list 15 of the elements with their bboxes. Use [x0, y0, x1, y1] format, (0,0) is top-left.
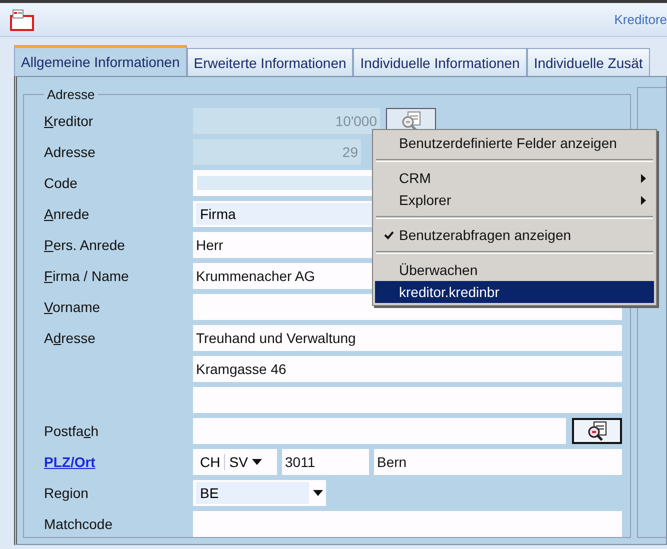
field-label: Matchcode [44, 516, 114, 532]
window-title: Kreditore [614, 12, 667, 27]
readonly-field: 29 [193, 139, 361, 165]
field-label: Pers. Anrede [44, 237, 126, 253]
group-title: Adresse [46, 87, 96, 102]
field-label: Adresse [44, 144, 96, 160]
field-label: Postfach [44, 423, 100, 439]
field-label: Firma / Name [44, 268, 130, 284]
field-label: Kreditor [44, 113, 94, 129]
field-label: Anrede [44, 206, 90, 222]
field-label: Adresse [44, 330, 96, 346]
field-label: Code [44, 175, 78, 191]
readonly-field: 10'000 [193, 108, 380, 134]
field-label: Region [44, 485, 90, 501]
field-label: Vorname [44, 299, 102, 315]
